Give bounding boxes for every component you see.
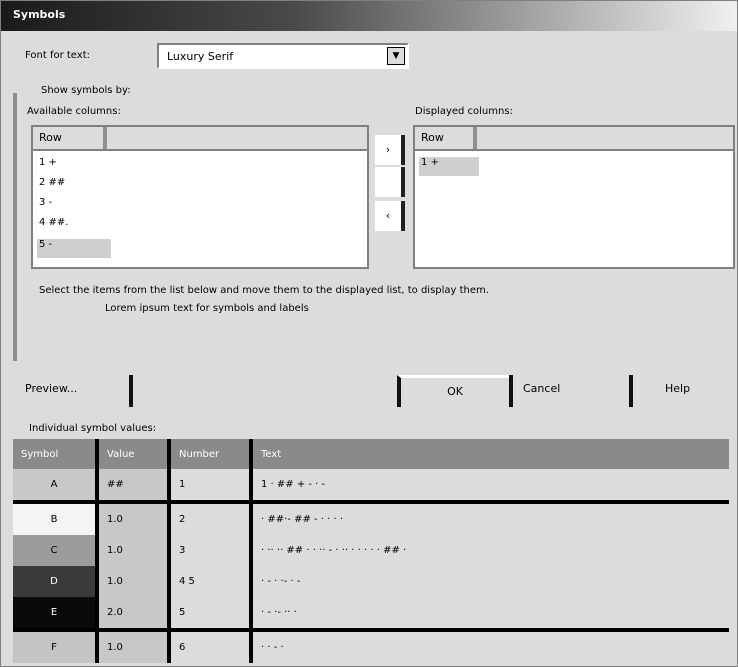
value-cell[interactable]: 1.0 [97,502,171,535]
hint-line-2: Lorem ipsum text for symbols and labels [105,303,309,314]
remove-column-button[interactable] [375,167,405,197]
table-row[interactable]: F 1.0 6 · · - · [13,630,729,663]
symbol-swatch-cell[interactable]: A [13,469,99,504]
value-cell[interactable]: 2.0 [97,597,171,632]
symbols-dialog: Symbols Font for text: Luxury Serif ▼ Sh… [0,0,738,667]
font-value: Luxury Serif [167,50,234,63]
value-column-header[interactable]: Value [97,439,171,469]
back-column-button[interactable]: ‹ [375,201,405,231]
available-item[interactable]: 3 - [37,197,111,216]
text-cell[interactable]: · - ·- ·· · [251,597,729,632]
number-cell[interactable]: 1 [169,469,253,504]
table-row[interactable]: C 1.0 3 · ·· ·· ## · · ·· - · ·· · · · · · … [13,535,729,566]
available-label: Available columns: [27,106,121,117]
group-label: Show symbols by: [41,85,131,96]
number-column-header[interactable]: Number [169,439,253,469]
text-cell[interactable]: 1 · ## + - · - [251,469,729,504]
help-button[interactable]: Help [655,375,719,407]
available-item[interactable]: 2 ## [37,177,111,196]
window-title: Symbols [13,8,66,21]
symbol-swatch-cell[interactable]: F [13,630,99,663]
displayed-list[interactable]: Row 1 + [413,125,735,269]
displayed-label: Displayed columns: [415,106,513,117]
available-item[interactable]: 4 ##. [37,217,111,236]
symbol-swatch-cell[interactable]: D [13,566,99,597]
title-bar: Symbols [1,1,737,31]
group-frame-line [13,93,17,361]
available-column-header[interactable]: Row [33,127,107,149]
displayed-list-header: Row [415,127,733,151]
available-list[interactable]: Row 1 + 2 ## 3 - 4 ##. 5 - [31,125,369,269]
font-label: Font for text: [25,50,90,61]
symbol-swatch-cell[interactable]: C [13,535,99,566]
table-row[interactable]: E 2.0 5 · - ·- ·· · [13,597,729,632]
table-row[interactable]: A ## 1 1 · ## + - · - [13,469,729,504]
hint-line-1: Select the items from the list below and… [39,285,489,296]
table-row[interactable]: B 1.0 2 · ##·- ## - · · · · [13,502,729,535]
preview-button[interactable]: Preview... [15,375,133,407]
available-item-selected[interactable]: 5 - [37,239,111,258]
number-cell[interactable]: 6 [169,630,253,663]
text-cell[interactable]: · - · ·- · - [251,566,729,597]
value-cell[interactable]: ## [97,469,171,504]
add-column-button[interactable]: › [375,135,405,165]
table-label: Individual symbol values: [29,423,157,434]
text-cell[interactable]: · ·· ·· ## · · ·· - · ·· · · · · · ## · [251,535,729,566]
table-header-row: Symbol Value Number Text [13,439,729,469]
text-column-header[interactable]: Text [251,439,729,469]
text-cell[interactable]: · ##·- ## - · · · · [251,502,729,535]
symbol-swatch-cell[interactable]: B [13,502,99,535]
number-cell[interactable]: 4 5 [169,566,253,597]
cancel-button[interactable]: Cancel [509,375,633,407]
number-cell[interactable]: 2 [169,502,253,535]
symbol-swatch-cell[interactable]: E [13,597,99,632]
value-cell[interactable]: 1.0 [97,630,171,663]
available-list-header: Row [33,127,367,151]
number-cell[interactable]: 5 [169,597,253,632]
ok-button[interactable]: OK [397,375,513,407]
number-cell[interactable]: 3 [169,535,253,566]
chevron-down-icon[interactable]: ▼ [387,47,405,65]
displayed-column-header[interactable]: Row [415,127,477,149]
displayed-item[interactable]: 1 + [419,157,479,176]
font-combobox[interactable]: Luxury Serif ▼ [157,43,409,69]
available-item[interactable]: 1 + [37,157,111,176]
text-cell[interactable]: · · - · [251,630,729,663]
value-cell[interactable]: 1.0 [97,535,171,566]
symbol-column-header[interactable]: Symbol [13,439,99,469]
table-row[interactable]: D 1.0 4 5 · - · ·- · - [13,566,729,597]
value-cell[interactable]: 1.0 [97,566,171,597]
symbol-table: Symbol Value Number Text A ## 1 1 · ## + - … [13,439,729,663]
